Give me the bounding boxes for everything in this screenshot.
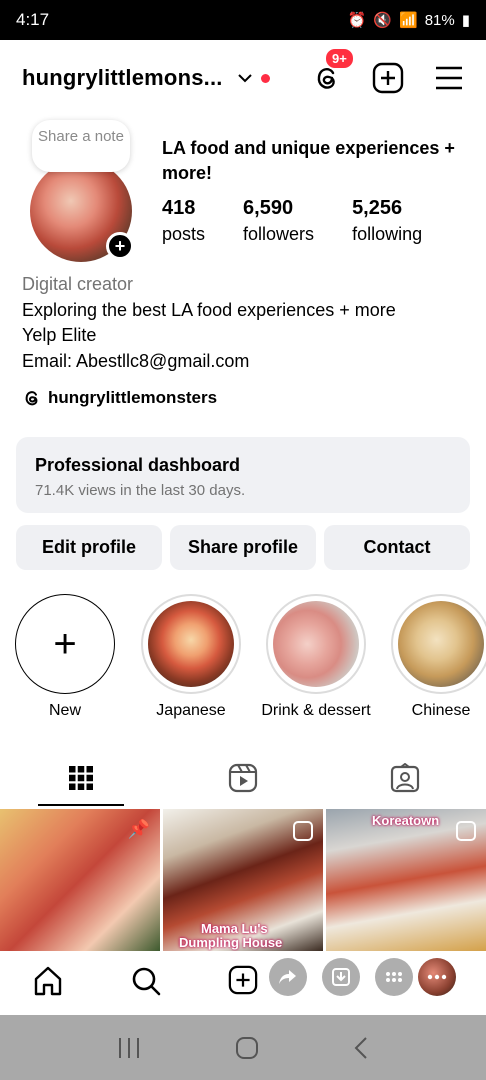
profile-header: hungrylittlemons... 9+	[0, 47, 486, 108]
create-post-icon[interactable]	[372, 62, 404, 94]
home-icon[interactable]	[32, 965, 64, 997]
save-download-icon[interactable]	[322, 958, 360, 996]
stat-label: following	[352, 224, 423, 244]
tagged-icon	[390, 763, 420, 793]
stat-value: 5,256	[352, 197, 403, 219]
chevron-down-icon[interactable]	[237, 70, 253, 86]
unread-dot	[260, 73, 270, 83]
followers-count[interactable]: 6,590 followers	[243, 197, 314, 245]
tab-tagged[interactable]	[324, 750, 486, 806]
share-icon[interactable]	[269, 958, 307, 996]
share-profile-button[interactable]: Share profile	[170, 525, 316, 570]
bio-line: Yelp Elite	[22, 325, 97, 345]
apps-grid-icon[interactable]	[375, 958, 413, 996]
recent-apps-icon[interactable]	[117, 1037, 141, 1059]
username-switcher[interactable]: hungrylittlemons...	[22, 65, 223, 91]
stat-label: posts	[162, 224, 206, 244]
profile-avatar-tab[interactable]	[418, 958, 456, 996]
notification-badge: 9+	[324, 47, 355, 70]
profile-stats: 418 posts 6,590 followers 5,256 followin…	[162, 197, 460, 245]
posts-grid: 📌 Mama Lu's Dumpling House Koreatown	[0, 809, 486, 951]
highlight-cover	[273, 601, 359, 687]
more-icon	[427, 974, 447, 980]
highlight-japanese[interactable]: Japanese	[131, 594, 251, 720]
create-icon[interactable]	[228, 965, 258, 995]
post-thumbnail[interactable]: Koreatown	[326, 809, 486, 951]
highlight-cover	[398, 601, 484, 687]
stat-value: 6,590	[243, 197, 294, 219]
plus-icon: +	[15, 594, 115, 694]
status-bar: 4:17 ⏰ 🔇 📶 81% ▮	[0, 0, 486, 40]
post-caption: Koreatown	[372, 813, 440, 828]
reels-icon	[228, 763, 258, 793]
back-icon[interactable]	[353, 1036, 369, 1060]
post-thumbnail[interactable]: Mama Lu's Dumpling House	[163, 809, 323, 951]
story-highlights: + New Japanese Drink & dessert Chinese	[0, 594, 486, 724]
threads-icon	[25, 391, 38, 406]
reel-icon	[456, 821, 476, 841]
stat-label: followers	[243, 224, 315, 244]
pin-icon: 📌	[127, 819, 150, 839]
bottom-navigation	[0, 951, 486, 1015]
post-caption: Mama Lu's	[201, 921, 268, 936]
highlight-chinese[interactable]: Chinese	[381, 594, 486, 720]
highlight-label: Japanese	[156, 702, 226, 719]
tab-reels[interactable]	[162, 750, 324, 806]
highlight-label: Chinese	[411, 702, 471, 719]
menu-icon[interactable]	[434, 65, 464, 91]
bio-line: Email: Abestllc8@gmail.com	[22, 350, 250, 371]
threads-button[interactable]: 9+	[312, 47, 355, 93]
home-button-icon[interactable]	[235, 1036, 259, 1060]
grid-icon	[69, 766, 93, 790]
dashboard-title: Professional dashboard	[35, 455, 241, 475]
highlight-label: Drink & dessert	[261, 702, 371, 719]
battery-icon: ▮	[461, 12, 470, 29]
share-note-bubble[interactable]: Share a note	[32, 120, 130, 172]
wifi-icon: 📶	[399, 12, 418, 29]
bio-line: Exploring the best LA food experiences +…	[22, 299, 396, 320]
system-navigation-bar	[0, 1015, 486, 1080]
profile-name: LA food and unique experiences + more!	[162, 138, 455, 183]
profile-bio: Digital creator Exploring the best LA fo…	[22, 272, 396, 374]
highlight-label: New	[48, 702, 81, 719]
highlight-cover	[148, 601, 234, 687]
posts-count[interactable]: 418 posts	[162, 197, 205, 245]
following-count[interactable]: 5,256 following	[352, 197, 422, 245]
profile-avatar[interactable]: +	[30, 160, 134, 262]
highlight-drink-dessert[interactable]: Drink & dessert	[256, 594, 376, 720]
mute-icon: 🔇	[373, 12, 393, 29]
threads-profile-link[interactable]: hungrylittlemonsters	[22, 388, 217, 408]
search-icon[interactable]	[130, 965, 162, 997]
threads-handle: hungrylittlemonsters	[48, 388, 218, 407]
post-caption: Dumpling House	[179, 935, 283, 950]
dashboard-subtitle: 71.4K views in the last 30 days.	[35, 482, 246, 499]
reel-icon	[293, 821, 313, 841]
contact-button[interactable]: Contact	[324, 525, 470, 570]
post-thumbnail[interactable]: 📌	[0, 809, 160, 951]
highlight-new[interactable]: + New	[5, 594, 125, 720]
tab-posts[interactable]	[0, 750, 162, 806]
content-tabs	[0, 750, 486, 806]
add-story-icon[interactable]: +	[106, 232, 134, 260]
clock: 4:17	[16, 10, 50, 29]
stat-value: 418	[162, 197, 196, 219]
edit-profile-button[interactable]: Edit profile	[16, 525, 162, 570]
professional-dashboard[interactable]: Professional dashboard 71.4K views in th…	[16, 437, 470, 513]
alarm-icon: ⏰	[347, 12, 367, 29]
category-label: Digital creator	[22, 274, 134, 294]
battery-level: 81%	[424, 11, 455, 29]
